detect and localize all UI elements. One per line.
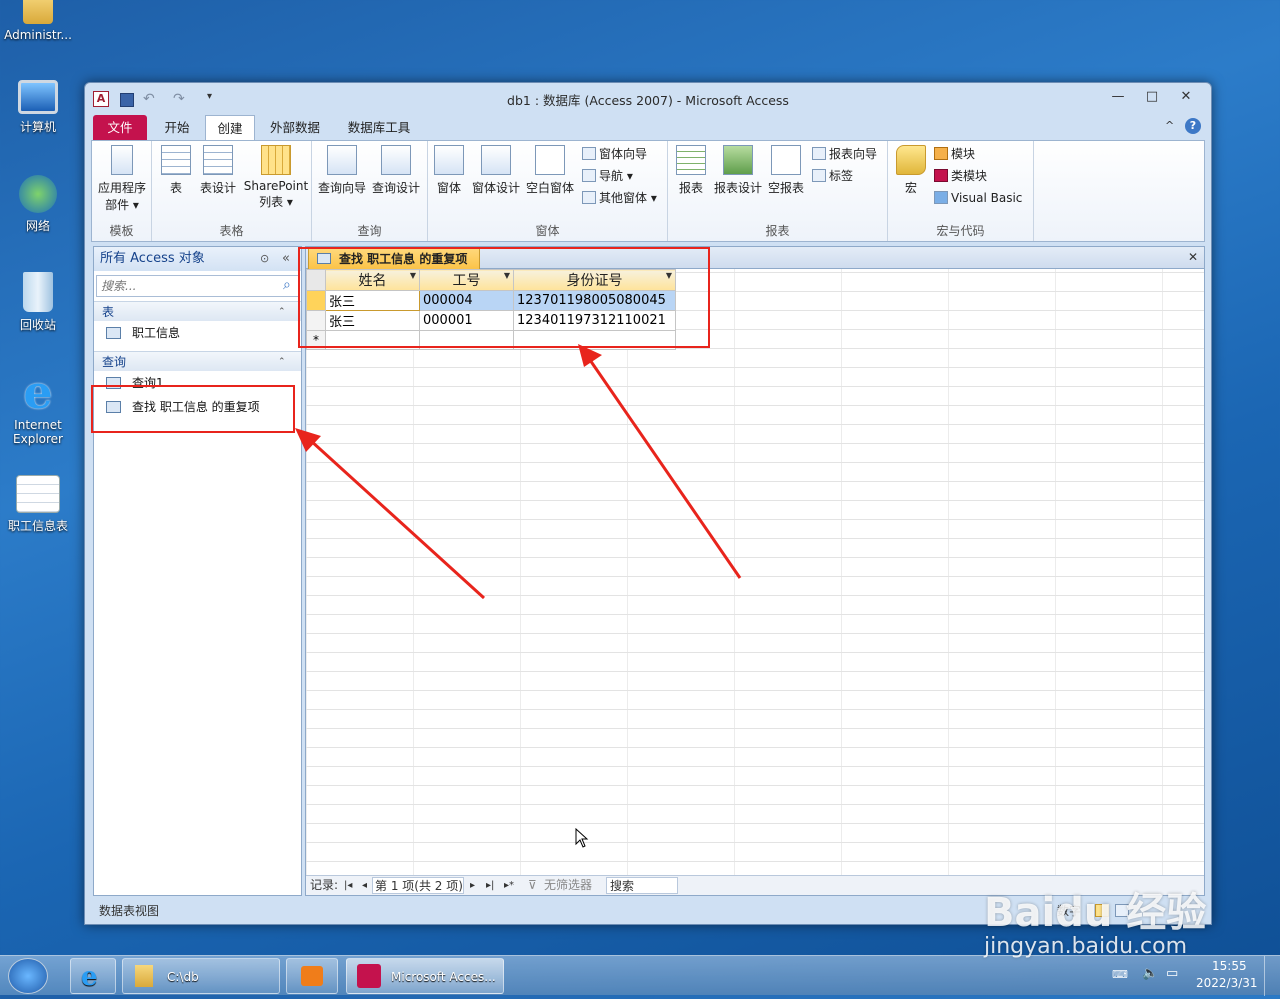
- taskbar-item-label: C:\db: [167, 970, 199, 984]
- volume-icon[interactable]: 🔈: [1142, 966, 1158, 981]
- access-app-icon: [357, 964, 381, 988]
- annotation-arrow-to-nav: [308, 438, 486, 600]
- network-tray-icon[interactable]: ▭: [1166, 966, 1178, 981]
- start-button[interactable]: [8, 958, 48, 994]
- taskbar-explorer-button[interactable]: C:\db: [122, 958, 280, 994]
- folder-icon: [135, 965, 153, 987]
- annotation-arrow-to-datasheet: [588, 359, 742, 579]
- clock-date[interactable]: 2022/3/31: [1196, 976, 1258, 990]
- show-desktop-button[interactable]: [1264, 956, 1280, 996]
- clock-time[interactable]: 15:55: [1212, 959, 1247, 973]
- watermark-url: jingyan.baidu.com: [984, 934, 1188, 959]
- taskbar-item-label: Microsoft Acces...: [391, 970, 496, 984]
- taskbar-media-player-button[interactable]: [286, 958, 338, 994]
- mouse-cursor-icon: [575, 828, 589, 848]
- annotation-arrows: [295, 344, 742, 600]
- keyboard-icon[interactable]: ⌨: [1112, 968, 1128, 981]
- watermark-baidu-jingyan: Baidu 经验: [984, 890, 1207, 936]
- ie-icon: e: [81, 962, 98, 992]
- annotation-arrowhead: [578, 344, 602, 367]
- media-player-icon: [301, 966, 323, 986]
- taskbar-access-button[interactable]: Microsoft Acces...: [346, 958, 504, 994]
- taskbar: e C:\db Microsoft Acces... ⌨ 🔈 ▭ 15:55 2…: [0, 955, 1280, 996]
- taskbar-ie-button[interactable]: e: [70, 958, 116, 994]
